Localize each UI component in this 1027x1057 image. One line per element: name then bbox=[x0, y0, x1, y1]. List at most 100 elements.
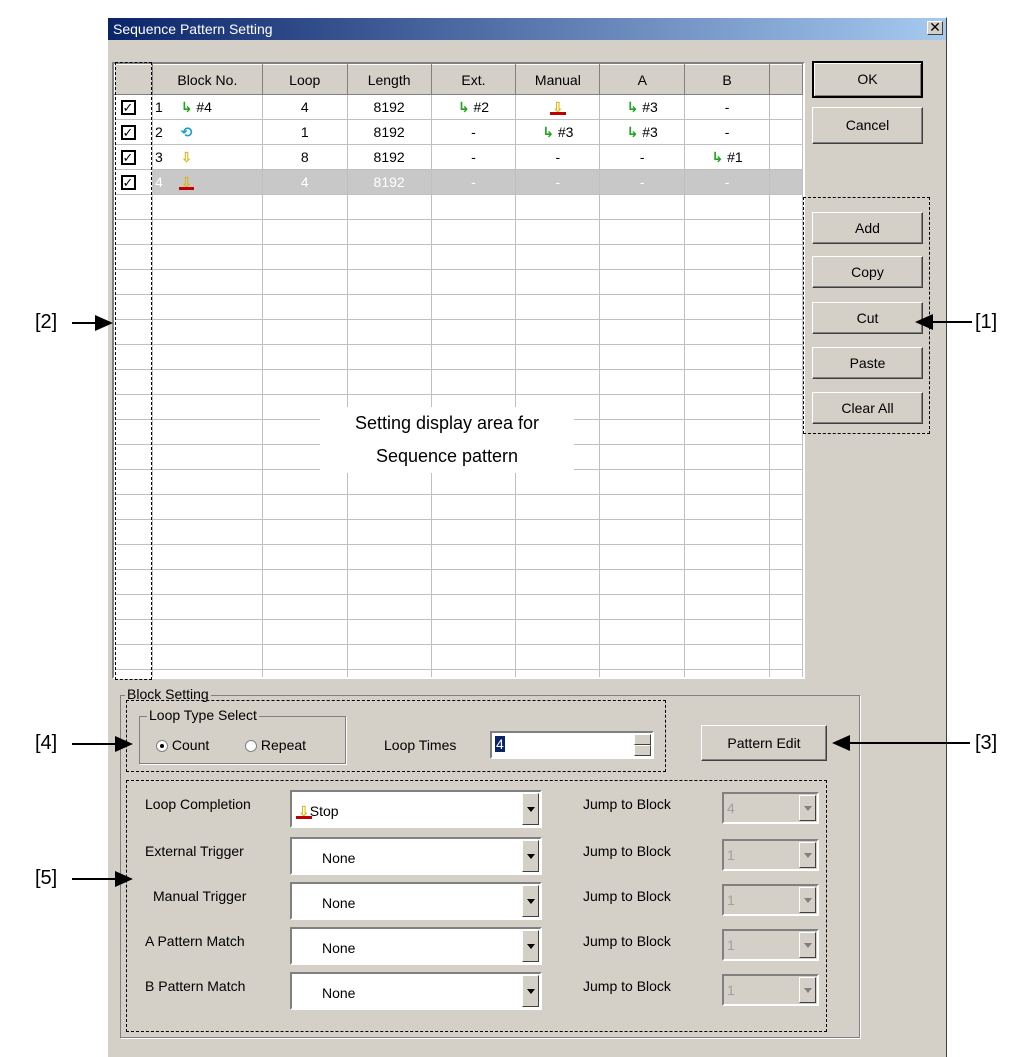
b-content: - bbox=[725, 99, 730, 115]
chevron-down-icon[interactable] bbox=[799, 795, 816, 821]
column-header-1: Block No. bbox=[151, 64, 263, 95]
chevron-down-icon[interactable] bbox=[522, 975, 539, 1007]
sequence-table[interactable]: Block No. Loop Length Ext. Manual A B ✓ 1 ↳ #4 4 8… bbox=[112, 62, 805, 679]
empty-cell bbox=[684, 494, 771, 520]
trigger-action-select[interactable]: None bbox=[290, 927, 542, 965]
b-content: ↳ #1 bbox=[712, 149, 743, 165]
callout-4-line bbox=[72, 743, 117, 745]
pattern-edit-button[interactable]: Pattern Edit bbox=[701, 725, 827, 761]
block-content: ↳ #4 bbox=[181, 99, 212, 115]
manual-content: ⇩ bbox=[552, 99, 564, 115]
empty-cell bbox=[347, 344, 432, 370]
jump-to-block-select[interactable]: 4 bbox=[722, 792, 819, 824]
empty-cell bbox=[262, 569, 348, 595]
add-button[interactable]: Add bbox=[812, 212, 923, 244]
count-radio[interactable]: Count bbox=[156, 737, 209, 753]
trigger-action-value: None bbox=[322, 895, 355, 911]
empty-cell bbox=[684, 444, 771, 470]
jump-to-block-value: 1 bbox=[727, 982, 735, 998]
empty-cell bbox=[515, 244, 601, 270]
empty-cell bbox=[152, 544, 263, 570]
trigger-action-select[interactable]: None bbox=[290, 972, 542, 1010]
empty-cell bbox=[262, 494, 348, 520]
b-cell: - bbox=[684, 119, 771, 145]
trigger-action-select[interactable]: None bbox=[290, 837, 542, 875]
spacer-cell bbox=[769, 119, 803, 145]
repeat-radio-dot[interactable] bbox=[245, 740, 257, 753]
chevron-down-icon[interactable] bbox=[522, 793, 539, 825]
chevron-down-icon[interactable] bbox=[522, 840, 539, 872]
chevron-down-icon[interactable] bbox=[799, 887, 816, 913]
chevron-down-icon[interactable] bbox=[799, 842, 816, 868]
chevron-down-icon[interactable] bbox=[522, 930, 539, 962]
empty-cell bbox=[684, 244, 771, 270]
jump-to-block-select[interactable]: 1 bbox=[722, 839, 819, 871]
empty-cell bbox=[599, 419, 686, 445]
empty-cell bbox=[599, 244, 686, 270]
empty-row bbox=[114, 369, 803, 395]
jump-to-block-select[interactable]: 1 bbox=[722, 974, 819, 1006]
table-row[interactable]: ✓ 3 ⇩ 8 8192- - - ↳ #1 bbox=[114, 144, 803, 170]
trigger-action-select[interactable]: None bbox=[290, 882, 542, 920]
a-content: - bbox=[640, 149, 645, 165]
empty-cell bbox=[684, 669, 771, 677]
chevron-down-icon[interactable] bbox=[522, 885, 539, 917]
jump-icon: ↳ bbox=[542, 123, 554, 140]
spin-down-icon[interactable] bbox=[634, 745, 651, 756]
jump-to-block-select[interactable]: 1 bbox=[722, 884, 819, 916]
chevron-down-icon[interactable] bbox=[799, 932, 816, 958]
clear-all-button[interactable]: Clear All bbox=[812, 392, 923, 424]
ext-text: #2 bbox=[469, 98, 490, 115]
loop-times-spinner[interactable]: 4 bbox=[490, 731, 654, 759]
empty-cell bbox=[684, 544, 771, 570]
empty-cell bbox=[684, 619, 771, 645]
ext-text: - bbox=[471, 174, 476, 190]
trigger-action-select[interactable]: ⇩Stop bbox=[290, 790, 542, 828]
cancel-button[interactable]: Cancel bbox=[812, 107, 923, 144]
empty-cell bbox=[684, 269, 771, 295]
a-text: - bbox=[639, 149, 645, 165]
ok-button[interactable]: OK bbox=[812, 61, 923, 98]
jump-to-block-select[interactable]: 1 bbox=[722, 929, 819, 961]
a-content: ↳ #3 bbox=[627, 99, 658, 115]
copy-button[interactable]: Copy bbox=[812, 256, 923, 288]
b-cell: ↳ #1 bbox=[684, 144, 771, 170]
empty-cell bbox=[515, 594, 601, 620]
empty-cell bbox=[347, 669, 432, 677]
column-header-7: B bbox=[684, 64, 771, 95]
cut-button[interactable]: Cut bbox=[812, 302, 923, 334]
trigger-label: Loop Completion bbox=[145, 796, 251, 812]
loop-cell: 4 bbox=[262, 169, 348, 195]
manual-cell: - bbox=[515, 144, 601, 170]
empty-cell bbox=[599, 544, 686, 570]
checkbox-column-highlight bbox=[115, 62, 152, 680]
ext-content: - bbox=[471, 149, 476, 165]
block-number: 1 bbox=[154, 98, 163, 115]
spin-up-icon[interactable] bbox=[634, 734, 651, 745]
empty-cell bbox=[431, 519, 517, 545]
table-row[interactable]: ✓ 1 ↳ #4 4 8192 ↳ #2 ⇩ ↳ #3- bbox=[114, 94, 803, 120]
empty-cell bbox=[262, 369, 348, 395]
empty-cell bbox=[431, 469, 517, 495]
empty-cell bbox=[152, 244, 263, 270]
empty-cell bbox=[769, 444, 803, 470]
count-radio-dot[interactable] bbox=[156, 740, 168, 753]
spacer-cell bbox=[769, 94, 803, 120]
b-text: - bbox=[724, 99, 730, 115]
empty-cell bbox=[769, 319, 803, 345]
empty-cell bbox=[599, 594, 686, 620]
empty-cell bbox=[431, 594, 517, 620]
close-icon[interactable]: ✕ bbox=[927, 20, 943, 35]
loop-times-value[interactable]: 4 bbox=[495, 736, 505, 752]
length-cell: 8192 bbox=[347, 144, 432, 170]
empty-cell bbox=[515, 494, 601, 520]
chevron-down-icon[interactable] bbox=[799, 977, 816, 1003]
empty-cell bbox=[152, 469, 263, 495]
repeat-radio[interactable]: Repeat bbox=[245, 737, 306, 753]
table-row[interactable]: ✓ 2 ⟲ 1 8192- ↳ #3 ↳ #3- bbox=[114, 119, 803, 145]
b-content: - bbox=[725, 124, 730, 140]
table-row[interactable]: ✓ 4 ⇩ 4 8192- - - - bbox=[114, 169, 803, 195]
block-no-cell: 3 ⇩ bbox=[152, 144, 263, 170]
paste-button[interactable]: Paste bbox=[812, 347, 923, 379]
count-label: Count bbox=[171, 737, 210, 753]
